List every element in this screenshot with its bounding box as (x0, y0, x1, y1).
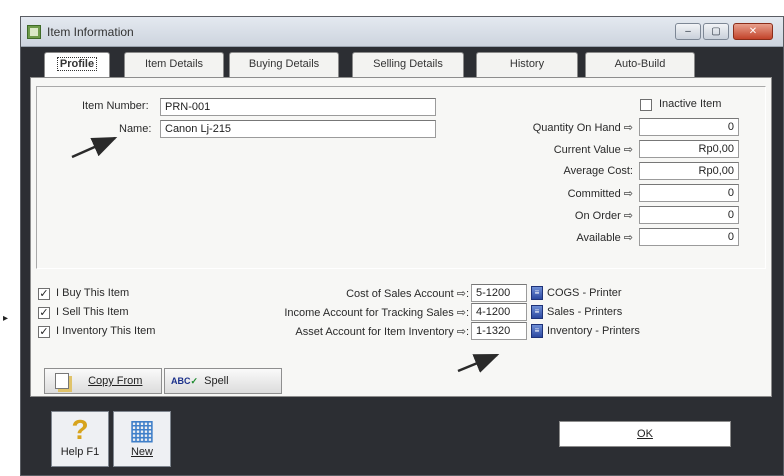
arrow-right-icon[interactable]: ⇨ (624, 210, 633, 222)
buy-item-checkbox[interactable]: ✓ (38, 288, 50, 300)
ok-button[interactable]: OK (559, 421, 731, 447)
spell-check-icon: ABC✓ (171, 376, 199, 386)
cost-of-sales-account-name: COGS - Printer (547, 287, 622, 299)
on-order-value: 0 (639, 206, 739, 224)
sell-item-checkbox[interactable]: ✓ (38, 307, 50, 319)
item-number-field[interactable]: PRN-001 (160, 98, 436, 116)
inactive-item-label: Inactive Item (659, 98, 722, 110)
title-bar[interactable]: Item Information – ▢ ✕ (21, 17, 783, 47)
sell-item-label: I Sell This Item (56, 306, 129, 318)
name-label: Name: (119, 123, 152, 135)
window-title: Item Information (47, 25, 134, 39)
arrow-right-icon[interactable]: ⇨ (624, 188, 633, 200)
tab-selling-details[interactable]: Selling Details (352, 52, 464, 77)
asset-account-name: Inventory - Printers (547, 325, 640, 337)
arrow-right-icon[interactable]: ⇨ (624, 122, 633, 134)
committed-value: 0 (639, 184, 739, 202)
cost-of-sales-account-label: Cost of Sales Account ⇨: (346, 288, 469, 300)
name-field[interactable]: Canon Lj-215 (160, 120, 436, 138)
app-icon (27, 25, 41, 39)
income-account-label: Income Account for Tracking Sales ⇨: (284, 307, 469, 319)
profile-panel: Item Number: PRN-001 Name: Canon Lj-215 … (30, 77, 772, 397)
arrow-right-icon[interactable]: ⇨ (457, 326, 466, 338)
on-order-label: On Order ⇨ (574, 210, 633, 222)
item-number-label: Item Number: (82, 100, 149, 112)
cost-of-sales-account-field[interactable]: 5-1200 (471, 284, 527, 302)
income-account-name: Sales - Printers (547, 306, 623, 318)
available-value: 0 (639, 228, 739, 246)
copy-from-button[interactable]: Copy From (44, 368, 162, 394)
asset-account-label: Asset Account for Item Inventory ⇨: (295, 326, 469, 338)
maximize-button[interactable]: ▢ (703, 23, 729, 40)
average-cost-value: Rp0,00 (639, 162, 739, 180)
copy-icon (55, 373, 69, 389)
quantity-on-hand-value: 0 (639, 118, 739, 136)
tab-profile[interactable]: Profile (44, 52, 110, 79)
tab-history[interactable]: History (476, 52, 578, 77)
current-value-value: Rp0,00 (639, 140, 739, 158)
tab-strip: Profile Item Details Buying Details Sell… (30, 52, 770, 79)
list-lookup-icon[interactable]: ≡ (531, 286, 543, 300)
list-lookup-icon[interactable]: ≡ (531, 324, 543, 338)
committed-label: Committed ⇨ (567, 188, 633, 200)
new-label: New (130, 446, 153, 458)
buy-item-label: I Buy This Item (56, 287, 130, 299)
arrow-right-icon[interactable]: ⇨ (624, 232, 633, 244)
arrow-right-icon[interactable]: ⇨ (457, 307, 466, 319)
new-record-icon: ▦ (128, 414, 156, 445)
inventory-item-label: I Inventory This Item (56, 325, 156, 337)
spell-button[interactable]: ABC✓ Spell (164, 368, 282, 394)
current-value-label: Current Value ⇨ (553, 144, 633, 156)
asset-account-field[interactable]: 1-1320 (471, 322, 527, 340)
tab-item-details[interactable]: Item Details (124, 52, 224, 77)
spell-label: Spell (204, 375, 229, 387)
available-label: Available ⇨ (576, 232, 633, 244)
list-lookup-icon[interactable]: ≡ (531, 305, 543, 319)
side-marker: ▸ (3, 313, 9, 324)
minimize-button[interactable]: – (675, 23, 701, 40)
item-information-window: Item Information – ▢ ✕ Profile Item Deta… (20, 16, 784, 476)
close-button[interactable]: ✕ (733, 23, 773, 40)
help-label: Help F1 (60, 446, 100, 458)
tab-auto-build[interactable]: Auto-Build (585, 52, 695, 77)
help-question-icon: ? (71, 414, 89, 445)
average-cost-label: Average Cost: (563, 165, 633, 177)
income-account-field[interactable]: 4-1200 (471, 303, 527, 321)
inventory-item-checkbox[interactable]: ✓ (38, 326, 50, 338)
tab-buying-details[interactable]: Buying Details (229, 52, 339, 77)
quantity-on-hand-label: Quantity On Hand ⇨ (532, 122, 633, 134)
new-button[interactable]: ▦ New (113, 411, 171, 467)
inactive-item-checkbox[interactable] (640, 99, 652, 111)
copy-from-label: Copy From (88, 375, 143, 387)
arrow-right-icon[interactable]: ⇨ (624, 144, 633, 156)
help-button[interactable]: ? Help F1 (51, 411, 109, 467)
arrow-right-icon[interactable]: ⇨ (457, 288, 466, 300)
